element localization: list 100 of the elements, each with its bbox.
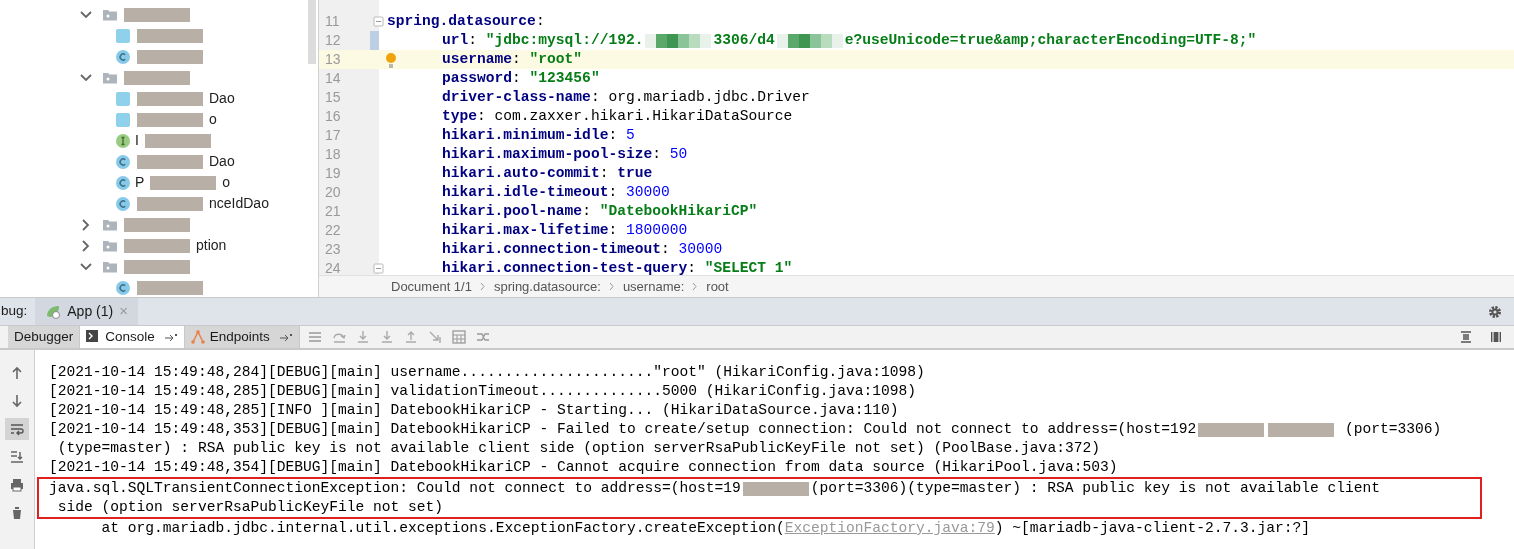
code-token: username (442, 49, 513, 69)
layout-icon[interactable] (1490, 331, 1502, 343)
printer-icon[interactable] (10, 478, 24, 492)
redaction-mosaic (144, 133, 211, 148)
file-icon (115, 111, 131, 128)
code-token: hikari.minimum-idle (442, 125, 609, 145)
code-token: hikari.connection-timeout (442, 239, 661, 259)
code-token: type (442, 106, 478, 126)
chevron-right-icon[interactable] (80, 239, 92, 252)
code-token: : org.mariadb.jdbc.Driver (590, 87, 810, 107)
console-text: [2021-10-14 15:49:48,285][DEBUG][main] validationTimeout..............5000 (HikariConfig.java:1098) (49, 382, 916, 401)
class-icon (115, 153, 131, 170)
redaction-mosaic (137, 154, 203, 169)
settings-icon[interactable] (1488, 304, 1502, 319)
code-token: : (687, 258, 697, 275)
tree-item-label[interactable]: Dao (209, 88, 235, 109)
code-token: 30000 (678, 239, 723, 259)
code-token: hikari.auto-commit (442, 163, 600, 183)
chevron-down-icon[interactable] (80, 260, 92, 273)
fold-icon[interactable] (373, 16, 384, 27)
debug-tab[interactable]: Console (80, 326, 185, 348)
code-token: : (535, 11, 545, 31)
code-token: 5 (625, 125, 635, 145)
redaction-mosaic (150, 175, 217, 190)
code-token: driver-class-name (442, 87, 591, 107)
line-number: 20 (324, 183, 341, 202)
breadcrumb-item[interactable]: Document 1/1 (391, 276, 472, 297)
code-token: 30000 (625, 182, 670, 202)
console-text: ) ~[mariadb-java-client-2.7.3.jar:?] (994, 519, 1311, 538)
line-number: 14 (324, 69, 341, 88)
code-token: : (512, 49, 522, 69)
code-token: true (617, 163, 653, 183)
debug-tab[interactable]: Debugger (8, 326, 81, 348)
code-token: "123456" (529, 68, 600, 88)
breadcrumb-item[interactable]: spring.datasource: (493, 276, 601, 297)
scrollbar-thumb[interactable] (308, 0, 316, 64)
soft-wrap-icon[interactable] (5, 418, 29, 440)
down-arrow-icon[interactable] (10, 394, 24, 408)
tree-item-label[interactable]: P (135, 172, 145, 193)
console-text: [2021-10-14 15:49:48,285][INFO ][main] DatebookHikariCP - Starting... (HikariDataSource.java:110) (49, 401, 899, 420)
debug-tab[interactable]: Endpoints (184, 326, 300, 348)
lines-icon[interactable] (1460, 331, 1472, 343)
code-token: : (608, 182, 619, 202)
console-text: [2021-10-14 15:49:48,354][DEBUG][main] DatebookHikariCP - Cannot acquire connection from data source (HikariPool.java:503) (49, 458, 1118, 477)
line-number: 19 (324, 164, 341, 183)
code-token: : (599, 163, 610, 183)
code-token: hikari.pool-name (442, 201, 583, 221)
console-text: at org.mariadb.jdbc.internal.util.exceptions.ExceptionFactory.createException( (100, 519, 785, 538)
chevron-down-icon[interactable] (80, 8, 92, 21)
redaction-mosaic (137, 280, 203, 295)
breadcrumb-item[interactable]: username: (622, 276, 685, 297)
chevron-down-icon[interactable] (80, 71, 92, 84)
debug-label: bug: (1, 302, 28, 321)
fold-icon[interactable] (373, 263, 384, 274)
tree-item-label[interactable]: nceIdDao (209, 193, 269, 214)
code-token: e?useUnicode=true&amp;characterEncoding=UTF-8;" (844, 30, 1257, 50)
tree-item-label[interactable]: o (222, 172, 231, 193)
tree-item-label[interactable]: Dao (209, 151, 235, 172)
tree-item-label[interactable]: ption (196, 235, 227, 256)
chevron-right-icon[interactable] (80, 218, 92, 231)
code-token: 3306/d4 (713, 30, 775, 50)
code-token: : (652, 144, 662, 164)
redaction-mosaic (137, 196, 203, 211)
redaction-mosaic (1198, 422, 1265, 437)
line-number: 13 (324, 50, 341, 69)
tree-item-label[interactable]: o (209, 109, 217, 130)
line-number: 23 (324, 240, 341, 259)
breadcrumb-item[interactable]: root (706, 276, 729, 297)
line-number: 15 (324, 88, 341, 107)
file-icon (115, 90, 131, 107)
leaf-icon (45, 303, 62, 320)
redaction-mosaic (137, 49, 203, 64)
trash-icon[interactable] (10, 506, 24, 520)
redaction-mosaic (776, 33, 843, 48)
interface-icon (115, 132, 131, 149)
console-icon (86, 330, 101, 344)
line-number: 24 (324, 259, 341, 275)
redaction-mosaic (124, 217, 190, 232)
code-token: "jdbc:mysql://192. (485, 30, 644, 50)
code-token: : com.zaxxer.hikari.HikariDataSource (477, 106, 793, 126)
code-token: hikari.max-lifetime (442, 220, 609, 240)
tree-item-label[interactable]: I (135, 130, 139, 151)
code-token: : (608, 125, 619, 145)
up-arrow-icon[interactable] (10, 366, 24, 380)
code-token: hikari.idle-timeout (442, 182, 609, 202)
chevron-right-icon (479, 282, 486, 291)
code-token: : (468, 30, 479, 50)
redaction-mosaic (124, 238, 190, 253)
file-icon (115, 27, 131, 44)
class-icon (115, 174, 131, 191)
session-tab[interactable]: App (1) × (35, 298, 138, 325)
redaction-mosaic (137, 112, 203, 127)
pin-icon[interactable] (278, 332, 293, 342)
scroll-to-end-icon[interactable] (10, 450, 24, 464)
console-text: (port=3306)(type=master) : RSA public key is not available client (810, 479, 1381, 498)
console-text: (type=master) : RSA public key is not available client side (option serverRsaPublicKeyFile not set) (PoolBase.java:372) (56, 439, 1100, 458)
class-icon (115, 48, 131, 65)
nodes-icon (190, 330, 205, 344)
pin-icon[interactable] (163, 332, 178, 342)
line-number: 17 (324, 126, 341, 145)
